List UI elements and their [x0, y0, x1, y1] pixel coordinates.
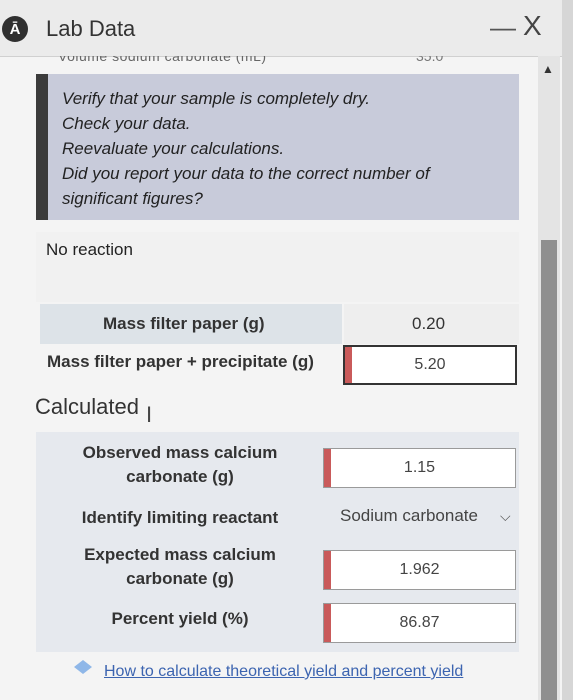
- text-cursor-icon: I: [146, 402, 153, 427]
- observation-text: No reaction: [46, 240, 133, 259]
- mass-filter-paper-value: 0.20: [412, 314, 446, 333]
- help-link[interactable]: How to calculate theoretical yield and p…: [104, 663, 463, 681]
- mass-precipitate-input[interactable]: 5.20: [343, 345, 517, 385]
- expected-mass-input[interactable]: 1.962: [323, 550, 516, 590]
- feedback-line: Reevaluate your calculations.: [62, 139, 285, 158]
- chevron-down-icon[interactable]: ⌵: [500, 508, 511, 525]
- limiting-reactant-label: Identify limiting reactant: [81, 508, 279, 527]
- observed-mass-input[interactable]: 1.15: [323, 448, 516, 488]
- percent-yield-input[interactable]: 86.87: [323, 603, 516, 643]
- truncated-label: Volume sodium carbonate (mL): [58, 56, 267, 64]
- mass-precipitate-value: 5.20: [414, 356, 446, 373]
- observed-mass-label: Observed mass calcium carbonate (g): [82, 443, 278, 486]
- feedback-line: Verify that your sample is completely dr…: [62, 89, 371, 108]
- window-title: Lab Data: [46, 16, 136, 41]
- close-button[interactable]: X: [523, 10, 542, 42]
- calculated-heading: Calculated: [35, 394, 139, 419]
- mass-filter-paper-label: Mass filter paper (g): [103, 314, 265, 333]
- title-bar: Ā Lab Data — X: [0, 0, 573, 57]
- scrollbar-thumb[interactable]: [541, 240, 557, 700]
- observation-box: No reaction: [36, 232, 519, 302]
- percent-yield-label: Percent yield (%): [111, 609, 249, 628]
- expected-mass-label: Expected mass calcium carbonate (g): [84, 545, 276, 588]
- feedback-line: Did you report your data to the correct …: [62, 164, 430, 208]
- feedback-line: Check your data.: [62, 114, 191, 133]
- expected-mass-value: 1.962: [399, 561, 440, 578]
- flask-icon: Ā: [2, 16, 28, 42]
- hint-icon: [74, 660, 92, 674]
- window-edge: [562, 0, 573, 700]
- observed-mass-value: 1.15: [403, 459, 436, 476]
- truncated-value: 35.0: [416, 56, 444, 64]
- limiting-reactant-select[interactable]: Sodium carbonate: [340, 506, 478, 526]
- mass-precipitate-label: Mass filter paper + precipitate (g): [47, 352, 314, 371]
- minimize-button[interactable]: —: [490, 12, 516, 43]
- percent-yield-value: 86.87: [399, 614, 440, 631]
- scroll-up-icon[interactable]: ▲: [542, 62, 554, 76]
- truncated-data-row: Volume sodium carbonate (mL) 35.0: [40, 56, 520, 70]
- feedback-box: Verify that your sample is completely dr…: [36, 74, 519, 220]
- lab-data-window: Ā Lab Data — X Volume sodium carbonate (…: [0, 0, 573, 700]
